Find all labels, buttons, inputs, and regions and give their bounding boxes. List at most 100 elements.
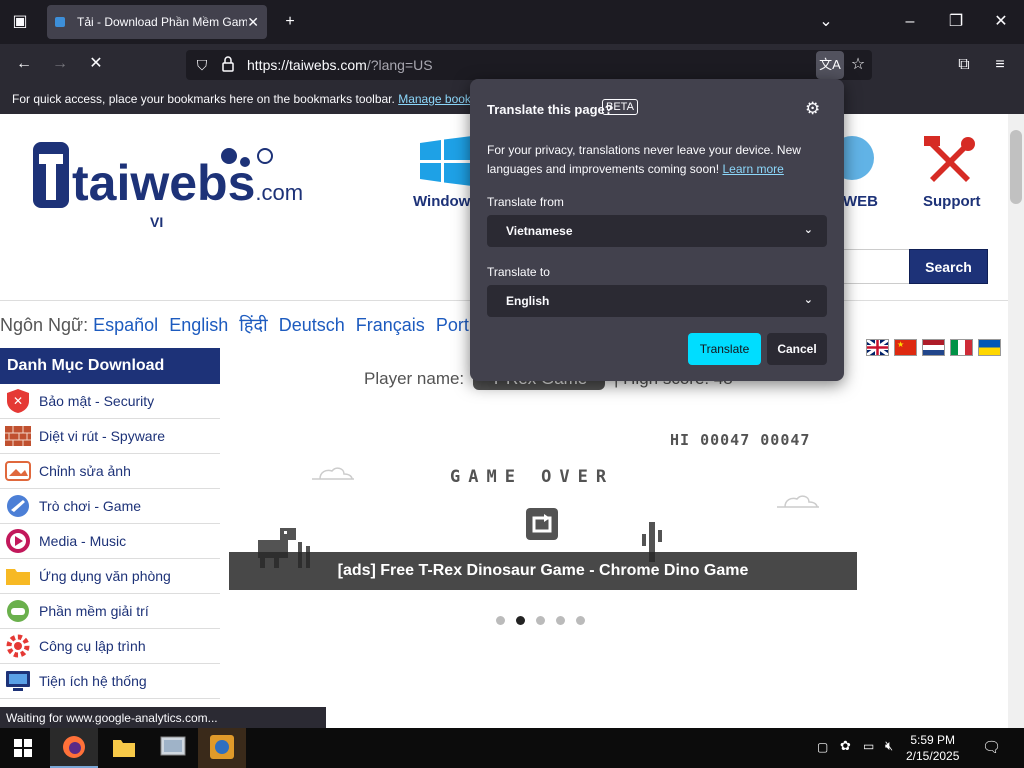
from-language-value: Vietnamese [506,224,573,238]
translate-button[interactable]: Translate [688,333,761,365]
slide-dot[interactable] [496,616,505,625]
logo-main: taiwebs [72,155,256,211]
slide-dot[interactable] [576,616,585,625]
notifications-icon[interactable]: 🗨︎ [982,738,1001,756]
stop-icon[interactable]: ✕ [82,50,110,78]
nav-windows[interactable]: Windows [413,193,479,210]
privacy-text: For your privacy, translations never lea… [487,141,817,179]
lang-en[interactable]: English [169,315,228,335]
tab-active[interactable]: Tải - Download Phần Mềm Game ✕ [47,5,267,39]
translate-popup: Translate this page? BETA ⚙ For your pri… [470,79,844,381]
netherlands-flag-icon[interactable] [922,339,945,356]
tray-app-icon[interactable]: ✿ [840,738,851,754]
ukraine-flag-icon[interactable] [978,339,1001,356]
volume-muted-icon[interactable]: 🔇︎ [885,738,893,754]
gear-icon[interactable]: ⚙ [805,99,820,119]
tab-favicon-icon [55,17,65,27]
shield-icon[interactable]: ⛉ [188,51,216,79]
sidebar-item-media[interactable]: Media - Music [0,524,220,559]
lang-prefix: Ngôn Ngữ: [0,315,89,335]
sidebar-item-photo[interactable]: Chỉnh sửa ảnh [0,454,220,489]
url-text[interactable]: https://taiwebs.com/?lang=US [247,57,433,73]
to-label: Translate to [487,265,550,279]
bookmark-star-icon[interactable]: ☆ [844,51,872,79]
tab-close-icon[interactable]: ✕ [247,14,259,31]
to-language-value: English [506,294,550,308]
slide-caption[interactable]: [ads] Free T-Rex Dinosaur Game - Chrome … [229,552,857,590]
list-tabs-icon[interactable]: ⌄ [812,8,840,36]
file-explorer-icon[interactable] [112,737,136,764]
sidebar-item-game[interactable]: Trò chơi - Game [0,489,220,524]
url-query: /?lang=US [366,57,433,73]
tools-icon[interactable] [924,136,976,193]
back-icon[interactable]: ← [10,50,38,78]
popup-title: Translate this page? [487,102,613,117]
search-button[interactable]: Search [909,249,988,284]
sidebar-item-system[interactable]: Tiện ích hệ thống [0,664,220,699]
slide-dot[interactable] [556,616,565,625]
learn-more-link[interactable]: Learn more [722,162,783,176]
logo-suffix: .com [255,180,304,205]
sidebar-item-label: Chỉnh sửa ảnh [39,463,131,479]
slide-dot[interactable] [536,616,545,625]
rocket-icon [4,493,32,519]
translate-icon[interactable]: 文A [816,51,844,79]
sidebar-item-label: Tiện ích hệ thống [39,673,147,689]
to-language-select[interactable]: English ⌄ [487,285,827,317]
sidebar-item-dev[interactable]: Công cụ lập trình [0,629,220,664]
language-row: Ngôn Ngữ: Español English हिंदी Deutsch … [0,313,475,337]
scrollbar-thumb[interactable] [1010,130,1022,204]
clock[interactable]: 5:59 PM 2/15/2025 [906,732,959,764]
uk-flag-icon[interactable] [866,339,889,356]
lang-pt[interactable]: Port [436,315,469,335]
lang-fr[interactable]: Français [356,315,425,335]
scrollbar[interactable] [1008,114,1024,728]
search-input[interactable] [842,249,909,284]
flag-row: ★ [866,339,1001,356]
sidebar-item-office[interactable]: Ứng dụng văn phòng [0,559,220,594]
lang-de[interactable]: Deutsch [279,315,345,335]
slide-dot-active[interactable] [516,616,525,625]
lock-icon[interactable] [222,56,234,72]
windows-start-icon[interactable] [14,739,32,762]
app-window-icon[interactable] [160,736,186,763]
nav-web[interactable]: WEB [843,193,878,210]
minimize-icon[interactable]: – [896,8,924,36]
notification-tray-icon[interactable]: ▢ [817,740,828,754]
shield-x-icon: ✕ [4,388,32,414]
network-icon[interactable]: ▭ [863,739,874,753]
sidebar-item-label: Diệt vi rút - Spyware [39,428,166,444]
extensions-icon[interactable]: ⧉ [950,51,978,79]
sidebar-item-label: Công cụ lập trình [39,638,146,654]
restart-icon[interactable] [526,508,558,540]
menu-icon[interactable]: ≡ [986,51,1014,79]
status-bar: Waiting for www.google-analytics.com... [0,707,326,728]
globe-icon[interactable] [830,136,878,186]
forward-icon[interactable]: → [46,50,74,78]
sidebar-item-security[interactable]: ✕ Bảo mật - Security [0,384,220,419]
sidebar-item-entertainment[interactable]: Phần mềm giải trí [0,594,220,629]
cancel-button[interactable]: Cancel [767,333,827,365]
beta-badge: BETA [602,99,638,115]
gear-red-icon [4,633,32,659]
lang-es[interactable]: Español [93,315,158,335]
folder-icon [4,563,32,589]
sidebar-item-label: Phần mềm giải trí [39,603,149,619]
brick-wall-icon [4,423,32,449]
new-tab-icon[interactable]: + [276,8,304,36]
sidebar-item-label: Ứng dụng văn phòng [39,568,171,584]
windows-icon[interactable] [420,136,472,191]
firefox-view-icon[interactable]: ▣ [6,8,34,36]
from-language-select[interactable]: Vietnamese ⌄ [487,215,827,247]
maximize-icon[interactable]: ❐ [942,8,970,36]
chevron-down-icon: ⌄ [803,294,813,306]
sidebar-item-spyware[interactable]: Diệt vi rút - Spyware [0,419,220,454]
sidebar-item-label: Media - Music [39,533,127,549]
nav-support[interactable]: Support [923,193,981,210]
close-window-icon[interactable]: ✕ [987,8,1015,36]
china-flag-icon[interactable]: ★ [894,339,917,356]
monitor-icon [4,668,32,694]
italy-flag-icon[interactable] [950,339,973,356]
cloud-icon [775,494,821,513]
lang-hi[interactable]: हिंदी [239,315,267,335]
